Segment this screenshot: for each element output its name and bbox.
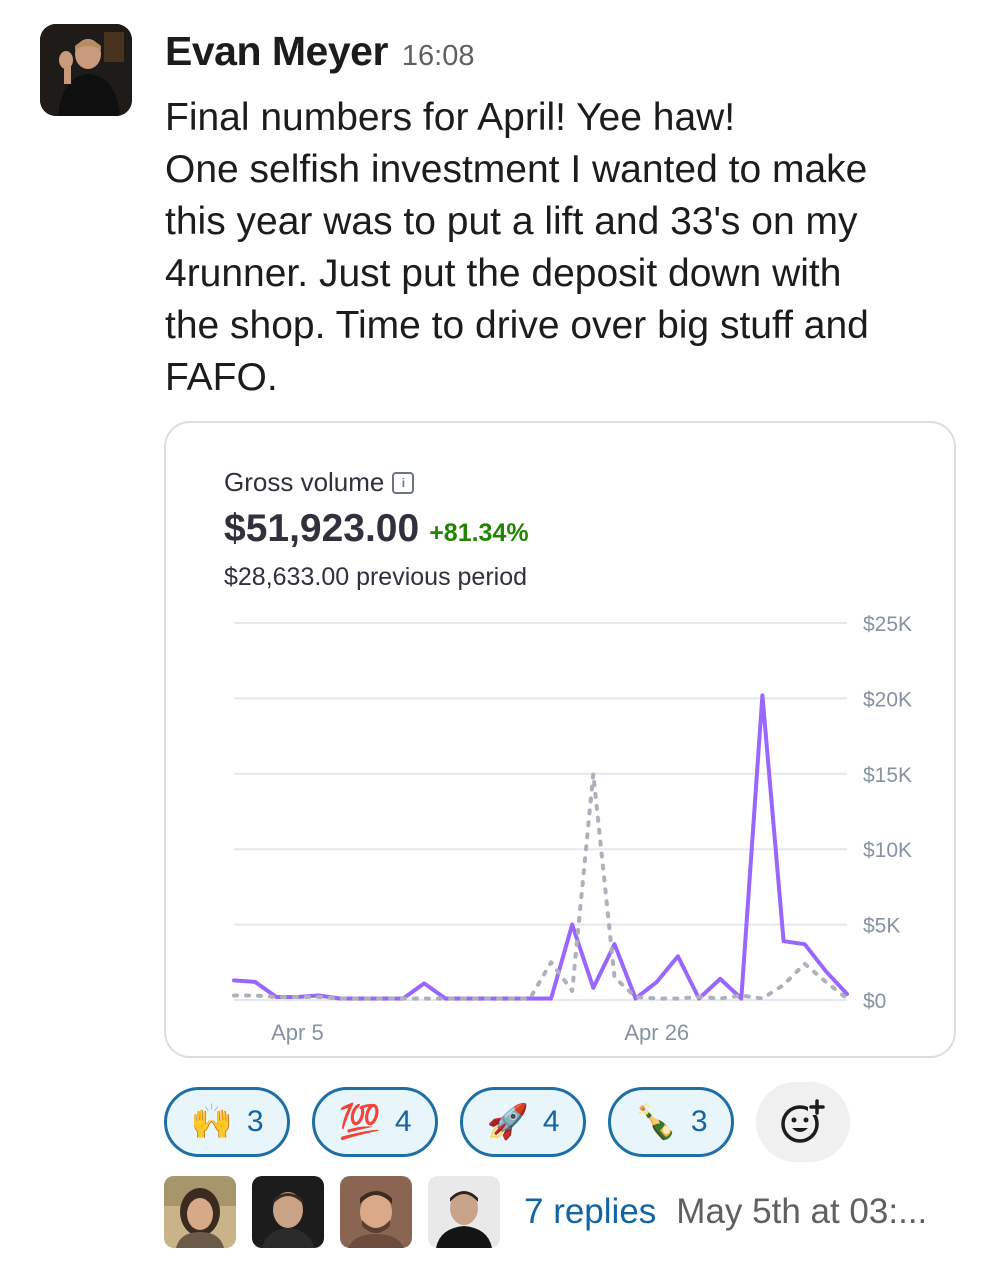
message-line: FAFO. [165,356,278,399]
author-name[interactable]: Evan Meyer [165,28,388,75]
thread-replies-link[interactable]: 7 replies [524,1192,656,1232]
thread-last-reply[interactable]: May 5th at 03:... [676,1192,927,1232]
x-tick-label: Apr 5 [271,1020,324,1045]
author-avatar[interactable] [40,24,132,116]
y-tick-label: $15K [863,764,912,787]
reaction-hundred-points[interactable]: 💯 4 [312,1087,438,1157]
y-tick-label: $0 [863,990,886,1013]
reply-avatar[interactable] [252,1176,324,1248]
y-tick-label: $10K [863,839,912,862]
message-body: Final numbers for April! Yee haw! One se… [165,92,965,404]
reaction-count: 4 [394,1105,412,1138]
reaction-count: 3 [690,1105,708,1138]
raised-hands-icon: 🙌 [190,1103,233,1141]
message-line: the shop. Time to drive over big stuff a… [165,304,869,347]
message-header: Evan Meyer 16:08 [165,28,474,75]
thread-footer: 7 replies May 5th at 03:... [164,1176,927,1248]
gross-volume-chart: $25K $20K $15K $10K $5K $0 Apr 5 Apr 26 [232,613,912,1045]
message-line: this year was to put a lift and 33's on … [165,200,858,243]
reply-avatar[interactable] [340,1176,412,1248]
message-timestamp[interactable]: 16:08 [402,40,475,73]
add-reaction-icon [781,1099,826,1143]
current-period-line [232,693,849,1001]
message-line: Final numbers for April! Yee haw! [165,96,736,139]
reaction-champagne[interactable]: 🍾 3 [608,1087,734,1157]
reaction-raised-hands[interactable]: 🙌 3 [164,1087,290,1157]
y-tick-label: $25K [863,613,912,636]
reaction-count: 3 [246,1105,264,1138]
reply-avatar[interactable] [428,1176,500,1248]
gross-volume-card[interactable]: Gross volume i $51,923.00 +81.34% $28,63… [164,421,956,1058]
message-line: One selfish investment I wanted to make [165,148,868,191]
rocket-icon: 🚀 [486,1103,529,1141]
hundred-points-icon: 💯 [338,1103,381,1141]
message-line: 4runner. Just put the deposit down with [165,252,842,295]
add-reaction-button[interactable] [756,1082,850,1162]
champagne-icon: 🍾 [634,1103,677,1141]
reply-avatar[interactable] [164,1176,236,1248]
reaction-count: 4 [542,1105,560,1138]
y-tick-label: $20K [863,688,912,711]
reaction-rocket[interactable]: 🚀 4 [460,1087,586,1157]
y-tick-label: $5K [863,915,900,938]
x-tick-label: Apr 26 [624,1020,689,1045]
reactions-bar: 🙌 3 💯 4 🚀 4 🍾 3 [164,1082,850,1162]
